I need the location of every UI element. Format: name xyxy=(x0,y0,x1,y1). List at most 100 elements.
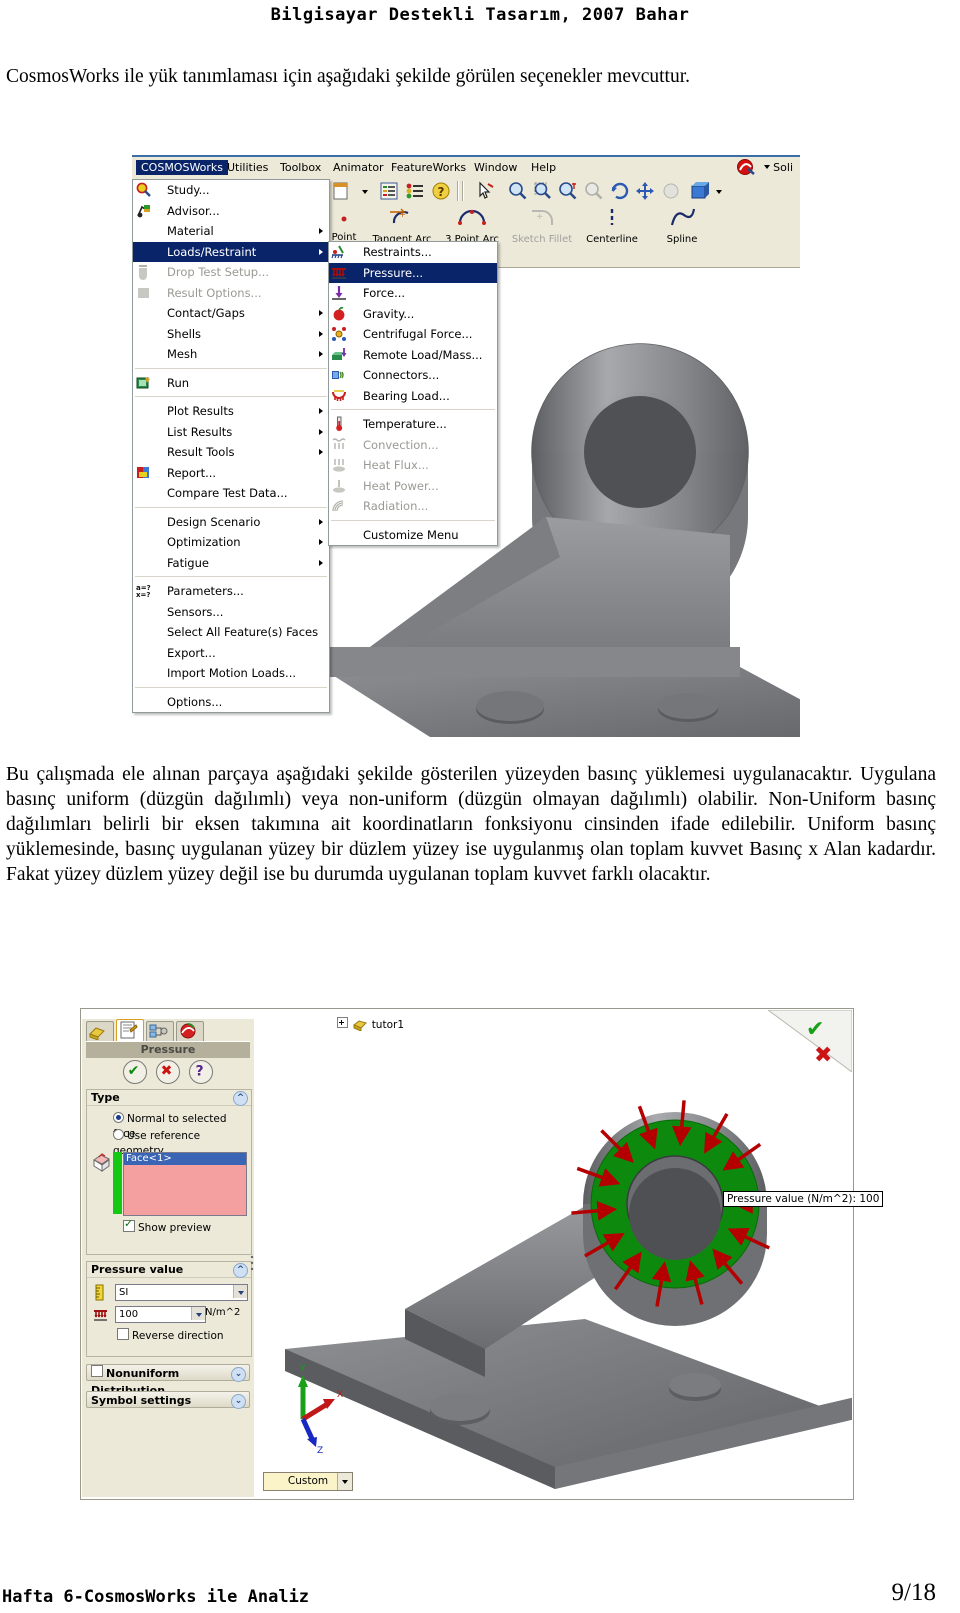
cosmosworks-dropdown-menu[interactable]: Study... Advisor... Material Loads/Restr… xyxy=(132,179,330,713)
menu-help[interactable]: Help xyxy=(526,160,561,175)
traffic-list-icon[interactable] xyxy=(404,180,426,202)
chevron-down-icon[interactable] xyxy=(714,180,724,202)
solidworks-button-label[interactable]: Soli xyxy=(768,160,798,175)
menu-animator[interactable]: Animator xyxy=(328,160,389,175)
sketch-tool-tangent-arc[interactable]: + Tangent Arc xyxy=(368,207,436,245)
new-study-icon[interactable] xyxy=(330,180,352,202)
menu-window[interactable]: Window xyxy=(469,160,522,175)
panel-splitter[interactable] xyxy=(249,1249,255,1279)
help-icon[interactable]: ? xyxy=(430,180,452,202)
menu-item-loads-restraint[interactable]: Loads/Restraint xyxy=(133,241,329,262)
menu-item-label: Design Scenario xyxy=(167,514,261,529)
checkbox-indicator[interactable] xyxy=(91,1365,103,1377)
chevron-down-icon[interactable] xyxy=(360,180,370,202)
submenu-item-bearing-load[interactable]: Bearing Load... xyxy=(329,386,497,407)
select-tool-icon[interactable] xyxy=(474,180,496,202)
sketch-tool-centerline[interactable]: Centerline xyxy=(578,207,646,245)
zoom-in-out-icon[interactable] xyxy=(557,180,579,202)
cancel-button[interactable]: ✖ xyxy=(156,1060,180,1084)
sketch-tool-spline[interactable]: Spline xyxy=(648,207,716,245)
units-combo[interactable]: SI xyxy=(115,1284,248,1301)
submenu-item-restraints[interactable]: Restraints... xyxy=(329,242,497,263)
submenu-item-connectors[interactable]: Connectors... xyxy=(329,365,497,386)
menu-utilities[interactable]: Utilities xyxy=(222,160,273,175)
pan-view-icon[interactable] xyxy=(634,180,656,202)
property-manager-tab[interactable] xyxy=(116,1019,144,1042)
chevron-down-icon[interactable] xyxy=(191,1307,205,1320)
menu-bar[interactable]: COSMOSWorks Utilities Toolbox Animator F… xyxy=(132,155,800,179)
tree-item-label: tutor1 xyxy=(371,1019,404,1031)
tree-expand-icon[interactable] xyxy=(337,1017,348,1028)
nonuniform-distribution-bar[interactable]: Nonuniform Distribution ⌄ xyxy=(86,1364,250,1397)
menu-item-list-results[interactable]: List Results xyxy=(133,422,329,443)
zoom-out-icon-disabled xyxy=(583,180,605,202)
collapse-chevron-icon[interactable]: ^ xyxy=(233,1091,248,1106)
display-state-combo[interactable]: Custom xyxy=(263,1472,353,1491)
feature-tree-item-tutor1[interactable]: tutor1 xyxy=(337,1017,404,1034)
submenu-item-temperature[interactable]: Temperature... xyxy=(329,414,497,435)
viewport-3d-pressure[interactable]: Y X Z xyxy=(255,1019,852,1497)
cosmos-manager-tab[interactable] xyxy=(176,1021,204,1042)
radio-normal-to-selected-face[interactable]: Normal to selected face xyxy=(113,1112,251,1140)
selected-faces-box[interactable]: Face<1> xyxy=(123,1152,247,1216)
chevron-down-icon[interactable] xyxy=(233,1285,247,1298)
rotate-view-icon[interactable] xyxy=(609,180,631,202)
sketch-tool-3-point-arc[interactable]: 3 Point Arc xyxy=(438,207,506,245)
menu-item-optimization[interactable]: Optimization xyxy=(133,532,329,553)
menu-item-advisor[interactable]: Advisor... xyxy=(133,201,329,222)
submenu-item-remote-load-mass[interactable]: Remote Load/Mass... xyxy=(329,345,497,366)
submenu-item-customize-menu[interactable]: Customize Menu xyxy=(329,525,497,546)
menu-item-import-motion-loads[interactable]: Import Motion Loads... xyxy=(133,663,329,684)
menu-item-plot-results[interactable]: Plot Results xyxy=(133,401,329,422)
menu-item-mesh[interactable]: Mesh xyxy=(133,344,329,365)
view-orientation-icon[interactable] xyxy=(688,180,710,202)
menu-item-design-scenario[interactable]: Design Scenario xyxy=(133,512,329,533)
panel-action-buttons[interactable]: ✔ ✖ ? xyxy=(86,1058,250,1086)
menu-item-parameters[interactable]: a=? x=? Parameters... xyxy=(133,581,329,602)
expand-chevron-icon[interactable]: ⌄ xyxy=(231,1394,246,1409)
menu-item-study[interactable]: Study... xyxy=(133,180,329,201)
solidworks-logo-icon[interactable] xyxy=(736,158,758,177)
menu-item-material[interactable]: Material xyxy=(133,221,329,242)
accept-button[interactable]: ✔ xyxy=(122,1060,147,1084)
menu-item-contact-gaps[interactable]: Contact/Gaps xyxy=(133,303,329,324)
reverse-direction-checkbox[interactable]: Reverse direction xyxy=(117,1328,224,1342)
viewport-confirm-corner[interactable]: ✔ ✖ xyxy=(766,1009,853,1073)
submenu-item-centrifugal-force[interactable]: Centrifugal Force... xyxy=(329,324,497,345)
submenu-item-force[interactable]: Force... xyxy=(329,283,497,304)
pressure-value-input[interactable]: 100 xyxy=(115,1306,206,1323)
show-preview-checkbox[interactable]: Show preview xyxy=(123,1217,211,1234)
menu-featureworks[interactable]: FeatureWorks xyxy=(386,160,471,175)
submenu-item-pressure[interactable]: Pressure... xyxy=(329,262,497,283)
list-properties-icon[interactable] xyxy=(378,180,400,202)
zoom-to-area-icon[interactable] xyxy=(532,180,554,202)
menu-item-run[interactable]: Run xyxy=(133,373,329,394)
zoom-to-fit-icon[interactable] xyxy=(507,180,529,202)
selected-face-item[interactable]: Face<1> xyxy=(124,1153,246,1165)
menu-item-select-all-feature-faces[interactable]: Select All Feature(s) Faces xyxy=(133,622,329,643)
menu-item-report[interactable]: Report... xyxy=(133,463,329,484)
menu-item-compare-test-data[interactable]: Compare Test Data... xyxy=(133,483,329,504)
feature-manager-tab[interactable] xyxy=(86,1021,114,1042)
expand-chevron-icon[interactable]: ⌄ xyxy=(231,1367,246,1382)
collapse-chevron-icon[interactable]: ^ xyxy=(233,1263,248,1278)
type-group-header[interactable]: Type ^ xyxy=(87,1090,251,1106)
help-button[interactable]: ? xyxy=(189,1060,214,1084)
chevron-down-icon[interactable] xyxy=(337,1473,352,1490)
property-manager-tabs[interactable] xyxy=(82,1019,254,1042)
menu-cosmosworks[interactable]: COSMOSWorks xyxy=(136,160,229,175)
menu-item-options[interactable]: Options... xyxy=(133,692,329,713)
symbol-settings-bar[interactable]: Symbol settings ⌄ xyxy=(86,1391,250,1409)
menu-item-shells[interactable]: Shells xyxy=(133,324,329,345)
menu-item-result-tools[interactable]: Result Tools xyxy=(133,442,329,463)
pressure-value-group-header[interactable]: Pressure value ^ xyxy=(87,1262,251,1278)
configuration-manager-tab[interactable] xyxy=(146,1021,174,1042)
menu-item-fatigue[interactable]: Fatigue xyxy=(133,553,329,574)
loads-restraint-submenu[interactable]: Restraints... Pressure... Force... Gravi… xyxy=(328,241,498,546)
menu-toolbox[interactable]: Toolbox xyxy=(275,160,326,175)
menu-item-sensors[interactable]: Sensors... xyxy=(133,602,329,623)
radio-use-reference-geometry[interactable]: Use reference geometry xyxy=(113,1129,251,1157)
submenu-item-gravity[interactable]: Gravity... xyxy=(329,304,497,325)
menu-item-export[interactable]: Export... xyxy=(133,643,329,664)
property-manager-panel[interactable]: Pressure ✔ ✖ ? Type ^ Normal to selected… xyxy=(82,1019,254,1497)
